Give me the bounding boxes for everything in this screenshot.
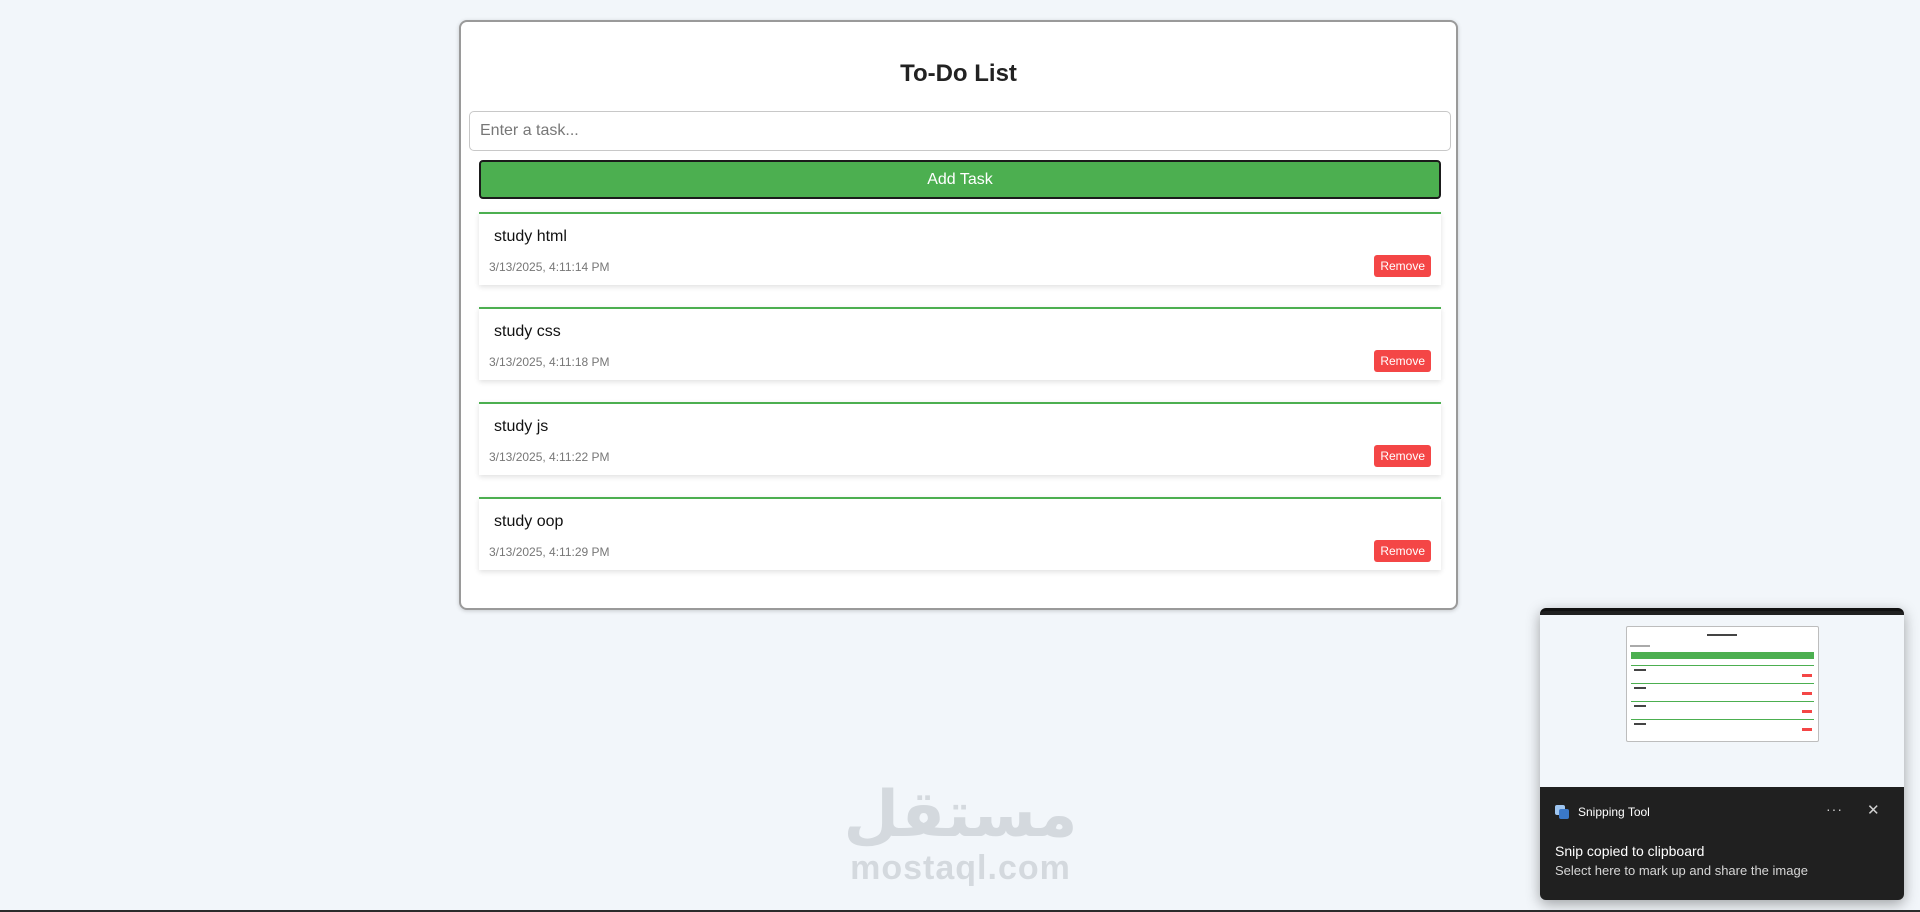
task-text: study oop [494, 513, 564, 530]
notification-title: Snip copied to clipboard [1555, 843, 1705, 859]
snip-preview-image[interactable] [1540, 615, 1904, 787]
remove-button[interactable]: Remove [1374, 540, 1431, 562]
watermark-logo: مستقل [843, 778, 1078, 852]
task-timestamp: 3/13/2025, 4:11:18 PM [489, 355, 610, 369]
thumbnail-row [1631, 701, 1814, 716]
add-task-button[interactable]: Add Task [479, 160, 1441, 199]
snipping-tool-notification[interactable]: Snipping Tool ··· ✕ Snip copied to clipb… [1540, 608, 1904, 900]
thumbnail-row [1631, 719, 1814, 734]
task-timestamp: 3/13/2025, 4:11:22 PM [489, 450, 610, 464]
notification-app-name: Snipping Tool [1578, 805, 1650, 819]
task-item: study html 3/13/2025, 4:11:14 PM Remove [479, 212, 1441, 285]
remove-button[interactable]: Remove [1374, 445, 1431, 467]
thumbnail-row [1631, 683, 1814, 698]
task-text: study js [494, 418, 549, 435]
snipping-tool-icon [1555, 805, 1569, 819]
more-options-icon[interactable]: ··· [1826, 801, 1843, 817]
watermark: مستقل mostaql.com [843, 780, 1078, 886]
close-icon[interactable]: ✕ [1867, 801, 1880, 819]
watermark-text: mostaql.com [850, 849, 1071, 887]
remove-button[interactable]: Remove [1374, 350, 1431, 372]
notification-header: Snipping Tool [1555, 803, 1650, 821]
todo-container: To-Do List Add Task study html 3/13/2025… [459, 20, 1458, 610]
snip-thumbnail [1626, 626, 1819, 742]
page: To-Do List Add Task study html 3/13/2025… [0, 0, 1920, 912]
task-list: study html 3/13/2025, 4:11:14 PM Remove … [479, 212, 1441, 592]
task-text: study css [494, 323, 561, 340]
task-text: study html [494, 228, 567, 245]
notification-body: Select here to mark up and share the ima… [1555, 863, 1808, 878]
task-item: study js 3/13/2025, 4:11:22 PM Remove [479, 402, 1441, 475]
thumbnail-input [1630, 645, 1650, 647]
thumbnail-button [1631, 652, 1814, 659]
task-timestamp: 3/13/2025, 4:11:29 PM [489, 545, 610, 559]
page-title: To-Do List [900, 60, 1017, 87]
thumbnail-title [1707, 634, 1737, 636]
task-item: study css 3/13/2025, 4:11:18 PM Remove [479, 307, 1441, 380]
task-item: study oop 3/13/2025, 4:11:29 PM Remove [479, 497, 1441, 570]
task-input[interactable] [469, 111, 1451, 151]
remove-button[interactable]: Remove [1374, 255, 1431, 277]
thumbnail-row [1631, 665, 1814, 680]
task-timestamp: 3/13/2025, 4:11:14 PM [489, 260, 610, 274]
